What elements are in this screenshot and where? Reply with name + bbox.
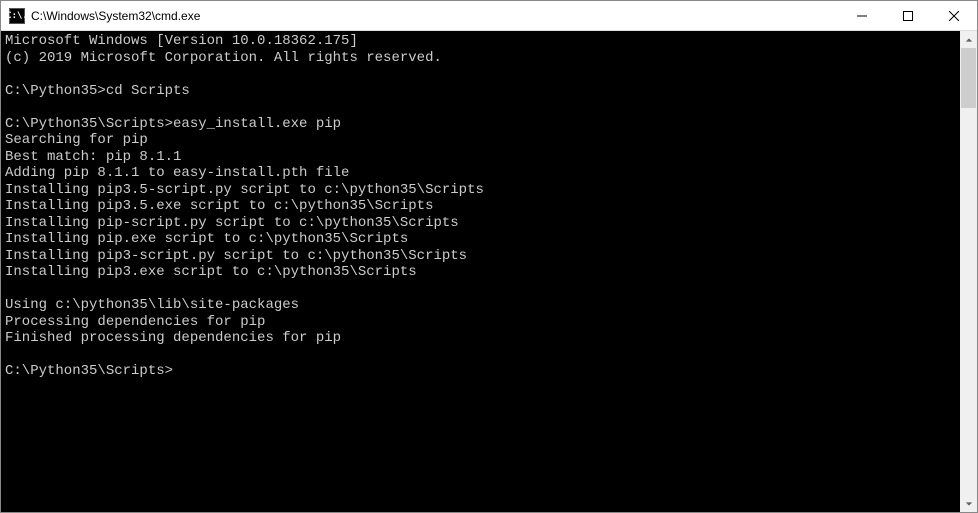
cmd-icon: C:\. xyxy=(9,8,25,24)
terminal-line: C:\Python35\Scripts> xyxy=(5,363,960,380)
terminal-line: (c) 2019 Microsoft Corporation. All righ… xyxy=(5,50,960,67)
scrollbar-down-arrow[interactable] xyxy=(960,495,977,512)
maximize-icon xyxy=(903,11,913,21)
terminal-line: Processing dependencies for pip xyxy=(5,314,960,331)
terminal-line: Best match: pip 8.1.1 xyxy=(5,149,960,166)
maximize-button[interactable] xyxy=(885,1,931,30)
terminal-line xyxy=(5,281,960,298)
chevron-up-icon xyxy=(965,36,973,44)
terminal-line: C:\Python35>cd Scripts xyxy=(5,83,960,100)
cmd-window: C:\. C:\Windows\System32\cmd.exe Microso… xyxy=(0,0,978,513)
terminal-line: Installing pip3-script.py script to c:\p… xyxy=(5,248,960,265)
chevron-down-icon xyxy=(965,500,973,508)
terminal-line: Installing pip3.5.exe script to c:\pytho… xyxy=(5,198,960,215)
minimize-button[interactable] xyxy=(839,1,885,30)
scrollbar-thumb[interactable] xyxy=(961,48,976,108)
terminal-line: Adding pip 8.1.1 to easy-install.pth fil… xyxy=(5,165,960,182)
terminal-line: Installing pip3.exe script to c:\python3… xyxy=(5,264,960,281)
terminal-line: Installing pip-script.py script to c:\py… xyxy=(5,215,960,232)
scrollbar-up-arrow[interactable] xyxy=(960,31,977,48)
terminal-line: Microsoft Windows [Version 10.0.18362.17… xyxy=(5,33,960,50)
terminal-line: C:\Python35\Scripts>easy_install.exe pip xyxy=(5,116,960,133)
minimize-icon xyxy=(857,11,867,21)
terminal-output[interactable]: Microsoft Windows [Version 10.0.18362.17… xyxy=(1,31,960,512)
terminal-line: Installing pip.exe script to c:\python35… xyxy=(5,231,960,248)
close-icon xyxy=(949,11,959,21)
close-button[interactable] xyxy=(931,1,977,30)
titlebar[interactable]: C:\. C:\Windows\System32\cmd.exe xyxy=(1,1,977,31)
vertical-scrollbar[interactable] xyxy=(960,31,977,512)
terminal-line xyxy=(5,66,960,83)
terminal-line: Searching for pip xyxy=(5,132,960,149)
window-title: C:\Windows\System32\cmd.exe xyxy=(31,9,839,23)
window-controls xyxy=(839,1,977,30)
terminal-wrapper: Microsoft Windows [Version 10.0.18362.17… xyxy=(1,31,977,512)
terminal-line xyxy=(5,347,960,364)
terminal-line: Finished processing dependencies for pip xyxy=(5,330,960,347)
terminal-line: Installing pip3.5-script.py script to c:… xyxy=(5,182,960,199)
terminal-line xyxy=(5,99,960,116)
terminal-line: Using c:\python35\lib\site-packages xyxy=(5,297,960,314)
